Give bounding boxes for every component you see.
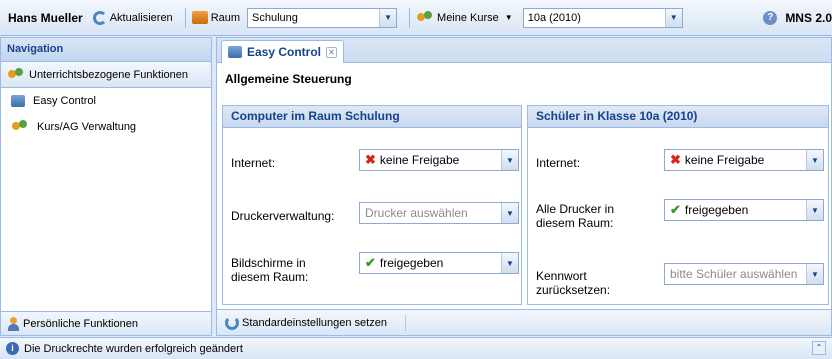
computer-panel: Computer im Raum Schulung Internet: ✖ ke… <box>222 105 522 305</box>
student-printers-combo[interactable]: ✔ freigegeben ▼ <box>664 199 824 221</box>
top-toolbar: Hans Mueller Aktualisieren Raum Schulung… <box>0 0 832 36</box>
set-defaults-label: Standardeinstellungen setzen <box>242 316 387 329</box>
printer-placeholder: Drucker auswählen <box>365 206 468 220</box>
tab-easy-control[interactable]: Easy Control ✕ <box>221 40 345 63</box>
status-message: Die Druckrechte wurden erfolgreich geänd… <box>24 342 243 355</box>
printers-label: Alle Drucker in diesem Raum: <box>536 202 615 230</box>
password-placeholder: bitte Schüler auswählen <box>670 267 798 281</box>
easy-control-icon <box>228 46 242 58</box>
internet-label: Internet: <box>231 156 276 170</box>
nav-item-label: Easy Control <box>33 95 96 107</box>
people-icon <box>11 119 29 135</box>
collapse-icon[interactable]: ⌃ <box>812 341 826 355</box>
accordion-personal-functions[interactable]: Persönliche Funktionen <box>1 311 211 335</box>
combo-value-text: keine Freigabe <box>379 153 460 167</box>
nav-item-easy-control[interactable]: Easy Control <box>1 88 211 114</box>
password-reset-combo[interactable]: bitte Schüler auswählen ▼ <box>664 263 824 285</box>
toolbar-separator <box>409 7 411 28</box>
combo-value: ✔ freigegeben <box>360 255 501 271</box>
combo-value-text: freigegeben <box>379 256 444 270</box>
toolbar-separator <box>404 314 406 331</box>
chevron-down-icon[interactable]: ▼ <box>806 200 823 220</box>
room-selector: Raum Schulung ▼ <box>191 7 398 28</box>
dropdown-arrow-icon: ▼ <box>504 13 513 22</box>
my-courses-button[interactable]: Meine Kurse ▼ <box>416 10 513 26</box>
room-icon <box>191 11 208 24</box>
navigation-panel: Navigation Unterrichtsbezogene Funktione… <box>0 37 212 336</box>
person-icon <box>7 316 19 331</box>
internet-label: Internet: <box>536 156 581 170</box>
computer-panel-title: Computer im Raum Schulung <box>223 106 521 128</box>
screens-label: Bildschirme in diesem Raum: <box>231 256 309 284</box>
printer-label: Druckerverwaltung: <box>231 209 335 223</box>
user-name: Hans Mueller <box>8 10 83 25</box>
navigation-title: Navigation <box>1 38 211 62</box>
printer-combo[interactable]: Drucker auswählen ▼ <box>359 202 519 224</box>
blocked-icon: ✖ <box>670 152 681 167</box>
student-internet-combo[interactable]: ✖ keine Freigabe ▼ <box>664 149 824 171</box>
status-bar: i Die Druckrechte wurden erfolgreich geä… <box>0 337 832 359</box>
main-panel: Easy Control ✕ Allgemeine Steuerung Comp… <box>216 37 832 336</box>
chevron-down-icon[interactable]: ▼ <box>806 150 823 170</box>
course-combo-value: 10a (2010) <box>527 11 581 24</box>
combo-value: ✖ keine Freigabe <box>665 152 806 168</box>
student-panel-title: Schüler in Klasse 10a (2010) <box>528 106 828 128</box>
toolbar-separator <box>184 7 186 28</box>
chevron-down-icon[interactable]: ▼ <box>501 150 518 170</box>
server-label: MNS 2.0 <box>785 10 832 25</box>
section-title: Allgemeine Steuerung <box>225 72 352 86</box>
room-label: Raum <box>210 11 241 24</box>
accordion-teaching-functions[interactable]: Unterrichtsbezogene Funktionen <box>1 62 211 88</box>
check-icon: ✔ <box>365 255 376 270</box>
room-combo[interactable]: Schulung ▼ <box>247 7 398 28</box>
tab-label: Easy Control <box>247 45 322 59</box>
chevron-down-icon[interactable]: ▼ <box>501 253 518 273</box>
main-bottom-toolbar: Standardeinstellungen setzen <box>217 309 831 335</box>
set-defaults-button[interactable]: Standardeinstellungen setzen <box>225 315 387 330</box>
combo-value-text: keine Freigabe <box>684 153 765 167</box>
blocked-icon: ✖ <box>365 152 376 167</box>
computer-internet-combo[interactable]: ✖ keine Freigabe ▼ <box>359 149 519 171</box>
accordion-label: Persönliche Funktionen <box>23 317 138 330</box>
refresh-button[interactable]: Aktualisieren <box>92 10 173 25</box>
password-label: Kennwort zurücksetzen: <box>536 269 611 297</box>
combo-value-text: freigegeben <box>684 203 749 217</box>
nav-item-course-management[interactable]: Kurs/AG Verwaltung <box>1 114 211 140</box>
refresh-label: Aktualisieren <box>109 11 173 24</box>
chevron-down-icon[interactable]: ▼ <box>664 8 682 27</box>
course-combo[interactable]: 10a (2010) ▼ <box>522 7 683 28</box>
help-icon[interactable]: ? <box>763 10 778 25</box>
tab-strip: Easy Control ✕ <box>217 38 831 63</box>
combo-value: ✔ freigegeben <box>665 202 806 218</box>
chevron-down-icon[interactable]: ▼ <box>806 264 823 284</box>
chevron-down-icon[interactable]: ▼ <box>379 8 397 27</box>
info-icon: i <box>6 342 19 355</box>
defaults-icon <box>225 315 239 330</box>
nav-item-label: Kurs/AG Verwaltung <box>37 121 137 133</box>
accordion-label: Unterrichtsbezogene Funktionen <box>29 68 188 81</box>
chevron-down-icon[interactable]: ▼ <box>501 203 518 223</box>
student-panel: Schüler in Klasse 10a (2010) Internet: ✖… <box>527 105 829 305</box>
people-icon <box>416 10 434 26</box>
room-combo-value: Schulung <box>252 11 298 24</box>
people-icon <box>7 67 25 83</box>
screens-combo[interactable]: ✔ freigegeben ▼ <box>359 252 519 274</box>
easy-control-icon <box>11 95 25 107</box>
close-icon[interactable]: ✕ <box>326 46 338 58</box>
check-icon: ✔ <box>670 202 681 217</box>
combo-value: ✖ keine Freigabe <box>360 152 501 168</box>
refresh-icon <box>92 10 107 25</box>
my-courses-label: Meine Kurse <box>437 11 499 24</box>
